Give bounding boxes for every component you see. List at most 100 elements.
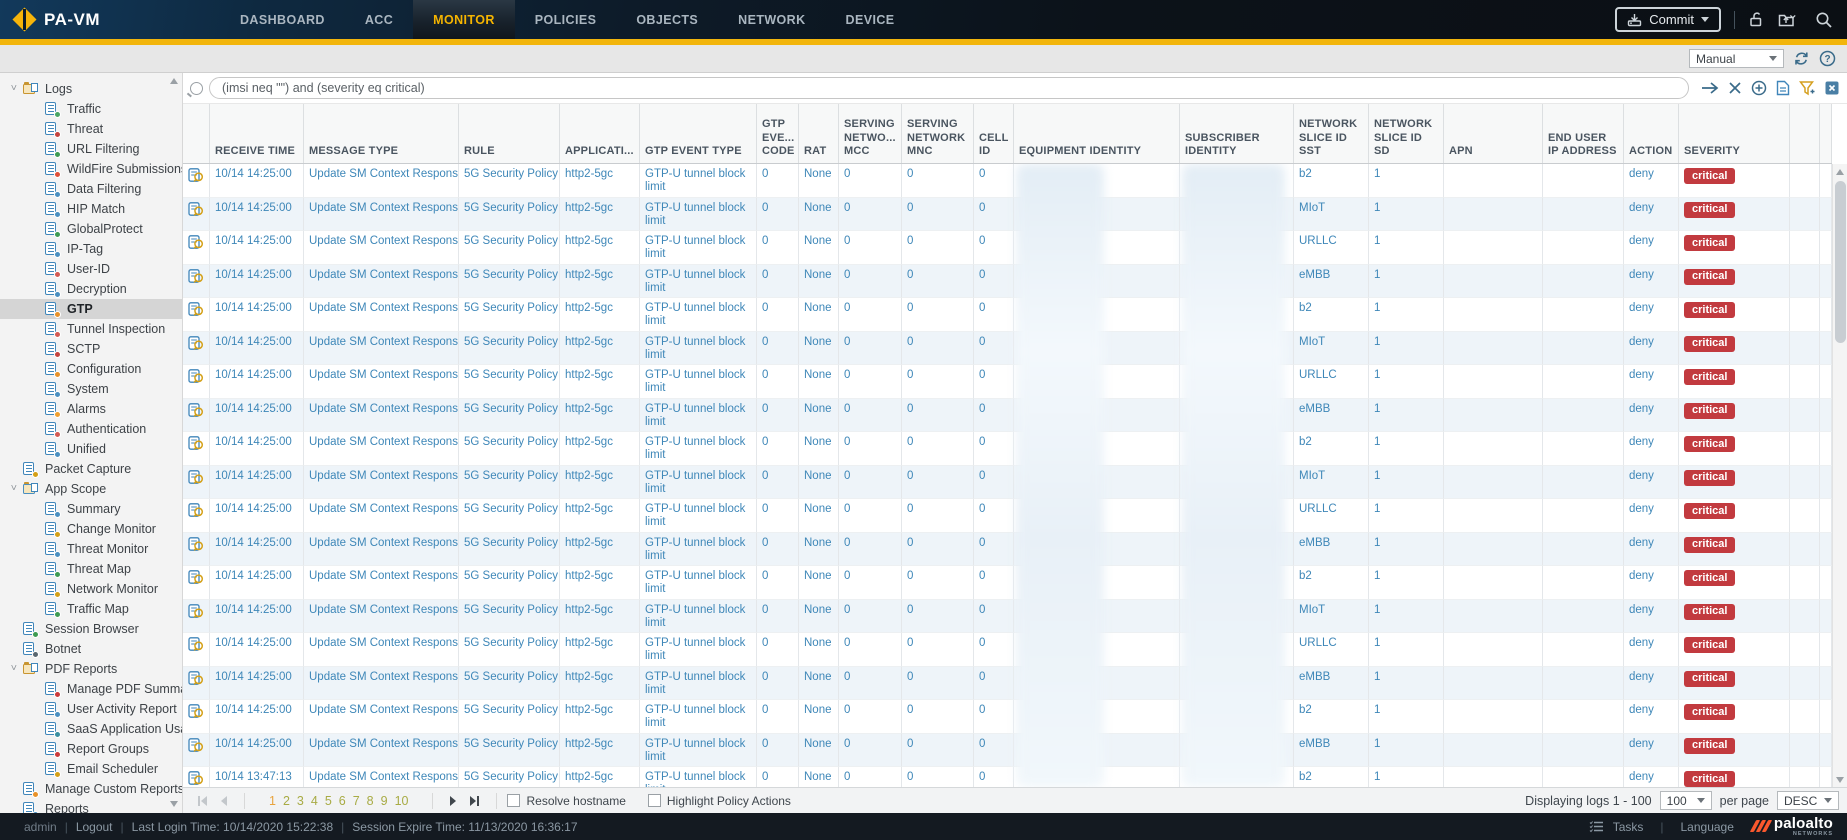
cell-text[interactable]: http2-5gc: [565, 436, 613, 448]
cell-text[interactable]: 1: [1374, 671, 1380, 683]
cell-text[interactable]: Update SM Context Response: [309, 604, 459, 616]
cell-text[interactable]: None: [804, 436, 832, 448]
cell-text[interactable]: 0: [844, 671, 850, 683]
prev-page-button[interactable]: [214, 796, 234, 806]
cell-text[interactable]: Update SM Context Response: [309, 302, 459, 314]
refresh-icon[interactable]: [1793, 50, 1810, 67]
cell-text[interactable]: 0: [762, 470, 768, 482]
sidebar-scroll-down[interactable]: [168, 798, 179, 809]
cell-text[interactable]: b2: [1299, 771, 1312, 783]
cell-text[interactable]: deny: [1629, 470, 1654, 482]
cell-text[interactable]: 1: [1374, 369, 1380, 381]
tab-device[interactable]: DEVICE: [826, 0, 915, 39]
sidebar-item-logs[interactable]: >Logs: [0, 79, 182, 99]
cell-text[interactable]: 0: [979, 235, 985, 247]
cell-text[interactable]: 10/14 14:25:00: [215, 436, 292, 448]
cell-text[interactable]: 10/14 14:25:00: [215, 704, 292, 716]
cell-text[interactable]: GTP-U tunnel block limit: [645, 436, 745, 461]
log-detail-icon[interactable]: [188, 503, 204, 518]
cell-text[interactable]: 0: [979, 302, 985, 314]
table-scrollbar[interactable]: [1832, 164, 1847, 787]
cell-text[interactable]: deny: [1629, 604, 1654, 616]
sidebar-item-tunnel-inspection[interactable]: Tunnel Inspection: [0, 319, 182, 339]
cell-text[interactable]: 0: [762, 637, 768, 649]
cell-text[interactable]: GTP-U tunnel block limit: [645, 570, 745, 595]
cell-text[interactable]: http2-5gc: [565, 570, 613, 582]
sidebar-item-saas-application-usage[interactable]: SaaS Application Usage: [0, 719, 182, 739]
sidebar-item-app-scope[interactable]: >App Scope: [0, 479, 182, 499]
tasks-link[interactable]: Tasks: [1613, 820, 1644, 834]
cell-text[interactable]: 10/14 14:25:00: [215, 403, 292, 415]
cell-text[interactable]: 1: [1374, 336, 1380, 348]
cell-text[interactable]: Update SM Context Response: [309, 637, 459, 649]
cell-text[interactable]: GTP-U tunnel block limit: [645, 336, 745, 361]
cell-text[interactable]: GTP-U tunnel block limit: [645, 704, 745, 729]
column-header-action[interactable]: ACTION: [1624, 104, 1679, 163]
page-10[interactable]: 10: [395, 794, 409, 808]
column-header-serving_network_mnc[interactable]: SERVING NETWORK MNC: [902, 104, 974, 163]
cell-text[interactable]: deny: [1629, 671, 1654, 683]
cell-text[interactable]: Update SM Context Response: [309, 269, 459, 281]
sidebar-item-unified[interactable]: Unified: [0, 439, 182, 459]
cell-text[interactable]: MIoT: [1299, 336, 1325, 348]
page-9[interactable]: 9: [381, 794, 388, 808]
sidebar-item-reports[interactable]: Reports: [0, 799, 182, 813]
cell-text[interactable]: None: [804, 604, 832, 616]
cell-text[interactable]: Update SM Context Response: [309, 369, 459, 381]
cell-text[interactable]: GTP-U tunnel block limit: [645, 369, 745, 394]
sidebar-item-url-filtering[interactable]: URL Filtering: [0, 139, 182, 159]
cell-text[interactable]: b2: [1299, 570, 1312, 582]
sidebar-item-data-filtering[interactable]: Data Filtering: [0, 179, 182, 199]
cell-text[interactable]: 0: [979, 470, 985, 482]
cell-text[interactable]: 0: [762, 403, 768, 415]
cell-text[interactable]: 0: [979, 168, 985, 180]
column-header-gtp_event_code[interactable]: GTP EVE... CODE: [757, 104, 799, 163]
cell-text[interactable]: http2-5gc: [565, 470, 613, 482]
cell-text[interactable]: 0: [907, 235, 913, 247]
cell-text[interactable]: deny: [1629, 704, 1654, 716]
cell-text[interactable]: None: [804, 369, 832, 381]
cell-text[interactable]: 0: [979, 269, 985, 281]
highlight-policy-checkbox[interactable]: [648, 794, 661, 807]
cell-text[interactable]: 0: [907, 168, 913, 180]
sidebar-item-threat[interactable]: Threat: [0, 119, 182, 139]
cell-text[interactable]: deny: [1629, 738, 1654, 750]
column-header-equipment_identity[interactable]: EQUIPMENT IDENTITY: [1014, 104, 1180, 163]
sidebar-item-alarms[interactable]: Alarms: [0, 399, 182, 419]
column-header-rat[interactable]: RAT: [799, 104, 839, 163]
column-header-end_user_ip_address[interactable]: END USER IP ADDRESS: [1543, 104, 1624, 163]
cell-text[interactable]: eMBB: [1299, 403, 1330, 415]
resolve-hostname-option[interactable]: Resolve hostname: [507, 794, 625, 808]
cell-text[interactable]: b2: [1299, 302, 1312, 314]
cell-text[interactable]: 0: [979, 369, 985, 381]
cell-text[interactable]: 0: [762, 235, 768, 247]
cell-text[interactable]: 1: [1374, 570, 1380, 582]
cell-text[interactable]: 10/14 14:25:00: [215, 336, 292, 348]
cell-text[interactable]: b2: [1299, 168, 1312, 180]
cell-text[interactable]: 10/14 13:47:13: [215, 771, 292, 783]
sidebar-item-packet-capture[interactable]: Packet Capture: [0, 459, 182, 479]
cell-text[interactable]: 10/14 14:25:00: [215, 168, 292, 180]
cell-text[interactable]: http2-5gc: [565, 403, 613, 415]
cell-text[interactable]: 5G Security Policy: [464, 671, 558, 683]
cell-text[interactable]: 5G Security Policy: [464, 302, 558, 314]
cell-text[interactable]: 1: [1374, 470, 1380, 482]
sidebar-item-email-scheduler[interactable]: Email Scheduler: [0, 759, 182, 779]
cell-text[interactable]: 0: [907, 771, 913, 783]
cell-text[interactable]: 0: [907, 604, 913, 616]
cell-text[interactable]: 5G Security Policy: [464, 771, 558, 783]
cell-text[interactable]: 0: [844, 704, 850, 716]
page-2[interactable]: 2: [283, 794, 290, 808]
cell-text[interactable]: Update SM Context Response: [309, 704, 459, 716]
cell-text[interactable]: 0: [762, 269, 768, 281]
cell-text[interactable]: 0: [907, 403, 913, 415]
cell-text[interactable]: 0: [844, 168, 850, 180]
cell-text[interactable]: GTP-U tunnel block limit: [645, 302, 745, 327]
log-detail-icon[interactable]: [188, 202, 204, 217]
tree-expand-icon[interactable]: >: [8, 84, 19, 94]
cell-text[interactable]: Update SM Context Response: [309, 202, 459, 214]
cell-text[interactable]: 10/14 14:25:00: [215, 235, 292, 247]
cell-text[interactable]: 0: [979, 671, 985, 683]
cell-text[interactable]: GTP-U tunnel block limit: [645, 604, 745, 629]
page-6[interactable]: 6: [339, 794, 346, 808]
